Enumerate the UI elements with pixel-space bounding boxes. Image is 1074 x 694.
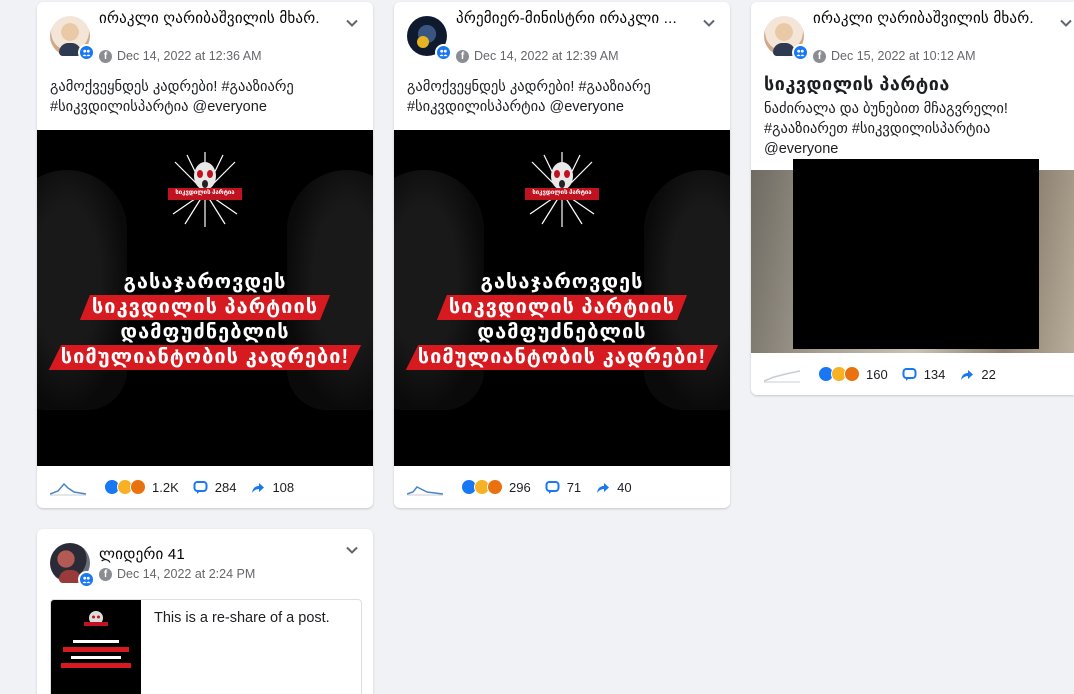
post-stats: 160 134 22: [764, 365, 996, 383]
caption-line: გასაჯაროვდეს: [480, 271, 644, 293]
post-card: ირაკლი ღარიბაშვილის მხარ... f Dec 15, 20…: [751, 2, 1074, 395]
reactions-icon[interactable]: [104, 479, 146, 495]
post-text-line: @everyone: [764, 141, 839, 157]
sparkline-icon[interactable]: [407, 478, 443, 496]
reactions-count[interactable]: 296: [509, 480, 531, 495]
post-meta: f Dec 14, 2022 at 2:24 PM: [99, 567, 255, 581]
post-image[interactable]: სიკვდილის პარტია გასაჯაროვდეს სიკვდილის …: [37, 130, 373, 466]
post-text-line: #გააზიარეთ #სიკვდილისპარტია: [764, 121, 991, 137]
sparkline-icon[interactable]: [50, 478, 86, 496]
author-avatar[interactable]: [50, 543, 95, 588]
party-logo: სიკვდილის პარტია: [522, 152, 602, 227]
chevron-down-icon[interactable]: [702, 16, 716, 30]
post-card: პრემიერ-მინისტრი ირაკლი ... f Dec 14, 20…: [394, 2, 730, 508]
reactions-icon[interactable]: [461, 479, 503, 495]
caption-line-red: სიმულიანტობის კადრები!: [405, 345, 719, 370]
caption-line: დამფუძნებლის: [477, 321, 647, 343]
facebook-icon: f: [99, 567, 112, 581]
post-text: გამოქვეყნდეს კადრები! #გააზიარე #სიკვდილ…: [50, 77, 294, 117]
image-caption: გასაჯაროვდეს სიკვდილის პარტიის დამფუძნებ…: [394, 270, 730, 370]
reactions-icon[interactable]: [818, 366, 860, 382]
author-name[interactable]: ირაკლი ღარიბაშვილის მხარ...: [99, 10, 319, 28]
post-meta: f Dec 15, 2022 at 10:12 AM: [813, 49, 976, 63]
caption-line: გასაჯაროვდეს: [123, 271, 287, 293]
post-card: ირაკლი ღარიბაშვილის მხარ... f Dec 14, 20…: [37, 2, 373, 508]
post-meta: f Dec 14, 2022 at 12:39 AM: [456, 49, 619, 63]
reshare-thumbnail[interactable]: [51, 600, 141, 694]
author-name[interactable]: ლიდერი 41: [99, 546, 319, 564]
group-badge-icon: [792, 44, 809, 61]
comment-icon[interactable]: [193, 480, 208, 495]
post-timestamp[interactable]: Dec 15, 2022 at 10:12 AM: [831, 49, 976, 63]
chevron-down-icon[interactable]: [345, 16, 359, 30]
share-icon[interactable]: [250, 480, 265, 495]
comments-count[interactable]: 71: [567, 480, 581, 495]
post-text: ნაძირალა და ბუნებით მჩაგვრელი! #გააზიარე…: [764, 99, 1008, 159]
post-meta: f Dec 14, 2022 at 12:36 AM: [99, 49, 262, 63]
group-badge-icon: [435, 44, 452, 61]
caption-line-red: სიკვდილის პარტიის: [79, 295, 331, 320]
sparkline-icon[interactable]: [764, 365, 800, 383]
post-title: სიკვდილის პარტია: [764, 74, 950, 94]
shares-count[interactable]: 22: [981, 367, 995, 382]
post-text-line: გამოქვეყნდეს კადრები! #გააზიარე: [50, 79, 294, 95]
redaction-box: [793, 159, 1039, 349]
facebook-icon: f: [456, 49, 469, 63]
reshare-preview[interactable]: This is a re-share of a post.: [50, 599, 362, 694]
chevron-down-icon[interactable]: [1059, 16, 1073, 30]
facebook-icon: f: [813, 49, 826, 63]
author-avatar[interactable]: [50, 16, 95, 61]
post-timestamp[interactable]: Dec 14, 2022 at 12:39 AM: [474, 49, 619, 63]
post-image[interactable]: სიკვდილის პარტია გასაჯაროვდეს სიკვდილის …: [394, 130, 730, 466]
author-name[interactable]: ირაკლი ღარიბაშვილის მხარ...: [813, 10, 1033, 28]
reshare-text: This is a re-share of a post.: [154, 610, 330, 626]
post-stats: 1.2K 284 108: [50, 478, 294, 496]
author-avatar[interactable]: [764, 16, 809, 61]
post-text-line: გამოქვეყნდეს კადრები! #გააზიარე: [407, 79, 651, 95]
post-card: ლიდერი 41 f Dec 14, 2022 at 2:24 PM This…: [37, 529, 373, 694]
post-text: გამოქვეყნდეს კადრები! #გააზიარე #სიკვდილ…: [407, 77, 651, 117]
caption-line-red: სიმულიანტობის კადრები!: [48, 345, 362, 370]
author-name[interactable]: პრემიერ-მინისტრი ირაკლი ...: [456, 10, 676, 28]
post-stats: 296 71 40: [407, 478, 632, 496]
caption-line-red: სიკვდილის პარტიის: [436, 295, 688, 320]
author-avatar[interactable]: [407, 16, 452, 61]
share-icon[interactable]: [595, 480, 610, 495]
share-icon[interactable]: [959, 367, 974, 382]
logo-text: სიკვდილის პარტია: [532, 190, 592, 196]
caption-line: დამფუძნებლის: [120, 321, 290, 343]
party-logo: სიკვდილის პარტია: [165, 152, 245, 227]
group-badge-icon: [78, 571, 95, 588]
logo-text: სიკვდილის პარტია: [175, 190, 235, 196]
shares-count[interactable]: 40: [617, 480, 631, 495]
comments-count[interactable]: 134: [924, 367, 946, 382]
facebook-icon: f: [99, 49, 112, 63]
comment-icon[interactable]: [545, 480, 560, 495]
post-text-line: ნაძირალა და ბუნებით მჩაგვრელი!: [764, 101, 1008, 117]
shares-count[interactable]: 108: [272, 480, 294, 495]
post-timestamp[interactable]: Dec 14, 2022 at 12:36 AM: [117, 49, 262, 63]
chevron-down-icon[interactable]: [345, 543, 359, 557]
image-caption: გასაჯაროვდეს სიკვდილის პარტიის დამფუძნებ…: [37, 270, 373, 370]
post-text-line: #სიკვდილისპარტია @everyone: [407, 99, 624, 115]
post-text-line: #სიკვდილისპარტია @everyone: [50, 99, 267, 115]
reactions-count[interactable]: 160: [866, 367, 888, 382]
comments-count[interactable]: 284: [215, 480, 237, 495]
comment-icon[interactable]: [902, 367, 917, 382]
reactions-count[interactable]: 1.2K: [152, 480, 179, 495]
post-timestamp[interactable]: Dec 14, 2022 at 2:24 PM: [117, 567, 255, 581]
group-badge-icon: [78, 44, 95, 61]
